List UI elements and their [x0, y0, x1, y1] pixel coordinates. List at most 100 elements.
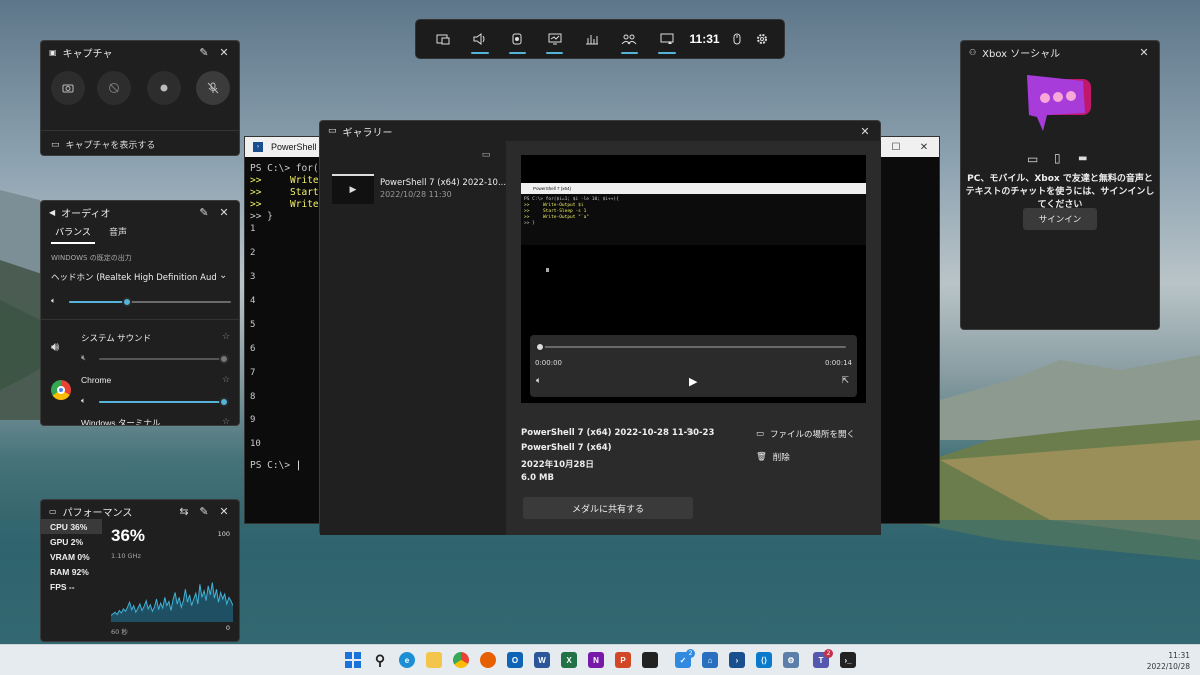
mouse-icon[interactable] — [726, 19, 748, 59]
system-sounds-volume-slider[interactable] — [99, 354, 229, 364]
settings-gear-icon[interactable] — [748, 19, 776, 59]
folder-icon[interactable]: ▭ — [479, 149, 493, 161]
perf-row-vram[interactable]: VRAM 0% — [50, 552, 90, 562]
gallery-header: ▭ ギャラリー ✕ — [320, 121, 880, 141]
master-volume-thumb[interactable] — [122, 297, 133, 307]
perf-row-gpu[interactable]: GPU 2% — [50, 537, 83, 547]
sticky-notes-icon[interactable] — [642, 652, 658, 668]
chrome-volume-slider[interactable] — [99, 397, 229, 407]
seek-thumb[interactable] — [535, 342, 545, 352]
signin-button[interactable]: サインイン — [1023, 208, 1097, 230]
gallery-icon: ▭ — [51, 139, 60, 150]
word-icon[interactable]: W — [534, 652, 550, 668]
video-frame-title: PowerShell 7 (x64) — [533, 186, 572, 191]
audio-widget-icon[interactable] — [461, 19, 498, 59]
gallery-item-date: 2022/10/28 11:30 — [380, 190, 452, 199]
performance-widget-icon[interactable] — [536, 19, 573, 59]
mobile-icon: ▯ — [1054, 151, 1061, 165]
terminal-prompt: PS C:\> — [250, 460, 296, 471]
capture-panel: ▣ キャプチャ ✎ ✕ ▭ キャプチャを表示する — [40, 40, 240, 156]
close-icon[interactable]: ✕ — [858, 124, 872, 138]
chevron-down-icon[interactable]: ⌄ — [219, 270, 227, 281]
options-icon[interactable]: ⇆ — [177, 504, 191, 518]
close-window-icon[interactable]: ✕ — [913, 137, 935, 157]
gallery-preview-pane: PowerShell 7 (x64) PS C:\> for($i=1; $i … — [506, 141, 881, 535]
output-device-select[interactable]: ヘッドホン (Realtek High Definition Audio(... — [51, 271, 216, 283]
performance-title: パフォーマンス — [62, 507, 133, 519]
volume-icon[interactable]: 🔈︎ — [51, 296, 56, 306]
performance-panel: ▭ パフォーマンス ⇆ ✎ ✕ CPU 36% GPU 2% VRAM 0% R… — [40, 499, 240, 642]
screenshot-button[interactable] — [51, 71, 85, 105]
maximize-icon[interactable]: ☐ — [885, 137, 907, 157]
terminal-output: 4 — [250, 296, 256, 306]
firefox-icon[interactable] — [480, 652, 496, 668]
pin-icon[interactable]: ✎ — [197, 205, 211, 219]
perf-row-ram[interactable]: RAM 92% — [50, 567, 89, 577]
perf-row-cpu[interactable]: CPU 36% — [50, 522, 87, 532]
settings-app-icon[interactable]: ⚙ — [783, 652, 799, 668]
file-explorer-icon[interactable] — [426, 652, 442, 668]
star-icon[interactable]: ☆ — [222, 332, 230, 342]
search-icon[interactable]: ⚲ — [372, 652, 388, 668]
video-player[interactable]: PowerShell 7 (x64) PS C:\> for($i=1; $i … — [521, 155, 866, 403]
game-bar-widget-menu: 11:31 — [415, 19, 785, 59]
master-volume-slider[interactable] — [69, 297, 231, 307]
close-icon[interactable]: ✕ — [1137, 45, 1151, 59]
close-icon[interactable]: ✕ — [217, 45, 231, 59]
xbox-social-widget-icon[interactable] — [611, 19, 648, 59]
open-file-location-link[interactable]: ▭ ファイルの場所を開く — [756, 428, 855, 440]
chrome-icon[interactable] — [453, 652, 469, 668]
edge-icon[interactable]: e — [399, 652, 415, 668]
edit-pencil-icon[interactable]: ✎ — [686, 427, 694, 438]
powershell-icon[interactable]: › — [729, 652, 745, 668]
pin-icon[interactable]: ✎ — [197, 45, 211, 59]
volume-icon[interactable]: 🔈︎ — [81, 396, 86, 406]
seek-bar[interactable] — [535, 342, 846, 352]
outlook-icon[interactable]: O — [507, 652, 523, 668]
close-icon[interactable]: ✕ — [217, 504, 231, 518]
gallery-item[interactable]: ▶ PowerShell 7 (x64) 2022-10... 2022/10/… — [332, 174, 506, 204]
chrome-volume-thumb[interactable] — [219, 397, 229, 407]
app-name-windows-terminal: Windows ターミナル — [81, 418, 161, 426]
video-thumbnail: ▶ — [332, 174, 374, 204]
record-last-30s-button[interactable] — [97, 71, 131, 105]
capture-widget-icon[interactable] — [499, 19, 536, 59]
play-icon[interactable]: ▶ — [689, 375, 697, 388]
microphone-off-button[interactable] — [196, 71, 230, 105]
muted-icon[interactable]: 🔇︎ — [81, 353, 86, 363]
system-sounds-volume-thumb[interactable] — [219, 354, 229, 364]
video-frame: PowerShell 7 (x64) PS C:\> for($i=1; $i … — [521, 183, 866, 245]
share-to-medal-button[interactable]: メダルに共有する — [523, 497, 693, 519]
tab-balance[interactable]: バランス — [51, 225, 95, 244]
tab-voice[interactable]: 音声 — [109, 225, 127, 238]
perf-row-fps[interactable]: FPS -- — [50, 582, 75, 592]
taskbar-clock[interactable]: 11:31 2022/10/28 — [1147, 650, 1190, 672]
terminal-output: 7 — [250, 368, 256, 378]
folder-icon: ▭ — [756, 429, 765, 439]
gallery-widget-icon[interactable] — [648, 19, 685, 59]
excel-icon[interactable]: X — [561, 652, 577, 668]
delete-link[interactable]: 🗑︎ 削除 — [756, 451, 790, 463]
remote-desktop-icon[interactable]: ⌂ — [702, 652, 718, 668]
volume-icon[interactable]: 🔈︎ — [536, 376, 541, 386]
fullscreen-icon[interactable]: ⇱ — [841, 376, 849, 386]
star-icon[interactable]: ☆ — [222, 417, 230, 425]
vscode-icon[interactable]: ⟨⟩ — [756, 652, 772, 668]
terminal-icon[interactable]: ›_ — [840, 652, 856, 668]
pin-icon[interactable]: ✎ — [197, 504, 211, 518]
show-captures-link[interactable]: ▭ キャプチャを表示する — [51, 138, 155, 152]
resources-widget-icon[interactable] — [573, 19, 610, 59]
close-icon[interactable]: ✕ — [217, 205, 231, 219]
start-recording-button[interactable] — [147, 71, 181, 105]
widget-menu-icon[interactable] — [424, 19, 461, 59]
pc-icon: ▭ — [1027, 152, 1039, 166]
video-controls: 0:00:00 0:00:14 🔈︎ ▶ ⇱ — [530, 335, 857, 397]
onenote-icon[interactable]: N — [588, 652, 604, 668]
graph-max: 100 — [217, 530, 230, 538]
terminal-line-2: >> Write- — [250, 175, 325, 186]
start-windows-icon[interactable] — [345, 652, 361, 668]
graph-duration: 60 秒 — [111, 628, 128, 636]
star-icon[interactable]: ☆ — [222, 375, 230, 385]
performance-icon: ▭ — [49, 506, 57, 516]
powerpoint-icon[interactable]: P — [615, 652, 631, 668]
